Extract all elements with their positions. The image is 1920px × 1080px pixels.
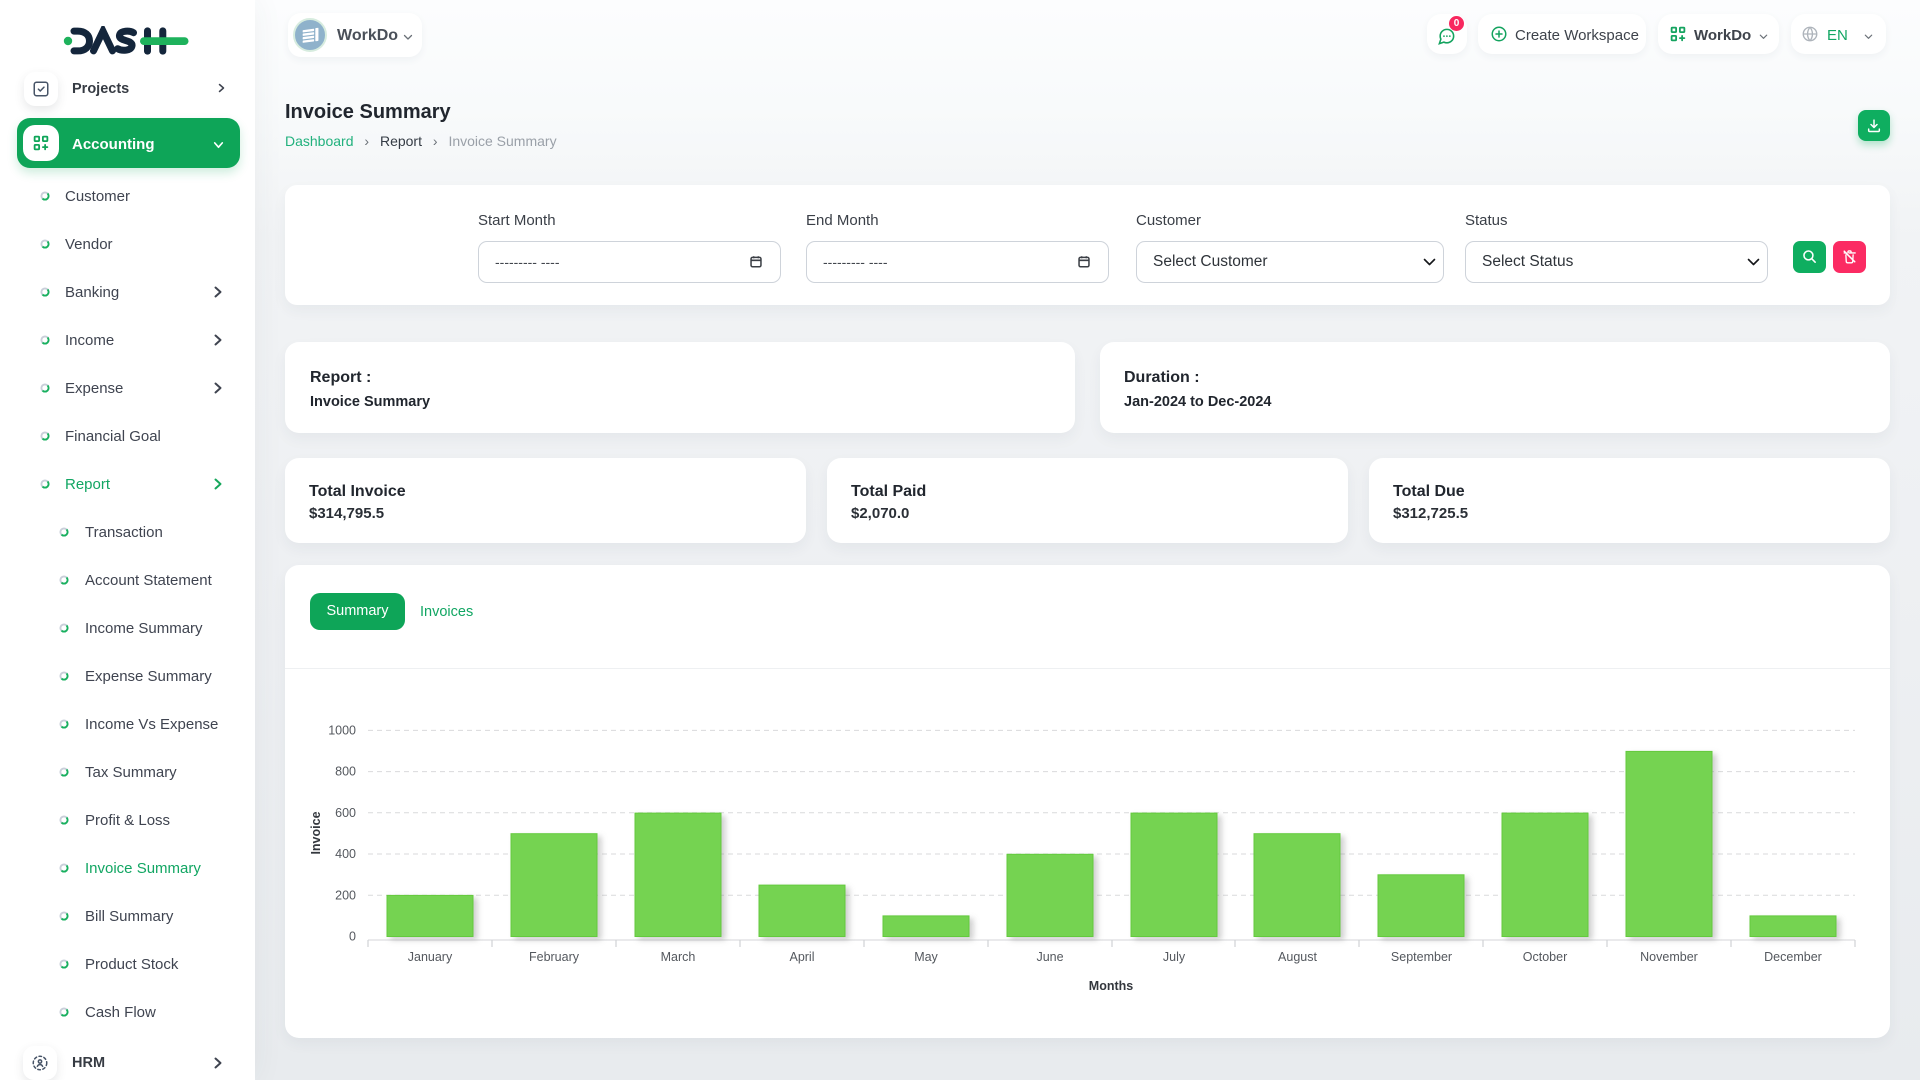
svg-text:Invoice: Invoice: [309, 811, 323, 854]
svg-text:600: 600: [335, 806, 356, 820]
svg-text:Months: Months: [1089, 979, 1133, 993]
svg-text:February: February: [529, 950, 580, 964]
svg-text:200: 200: [335, 888, 356, 902]
svg-text:October: October: [1523, 950, 1567, 964]
svg-text:1000: 1000: [328, 724, 356, 738]
svg-text:July: July: [1163, 950, 1186, 964]
svg-text:May: May: [914, 950, 938, 964]
svg-text:800: 800: [335, 765, 356, 779]
svg-text:September: September: [1391, 950, 1452, 964]
svg-text:400: 400: [335, 847, 356, 861]
svg-text:August: August: [1278, 950, 1317, 964]
svg-text:0: 0: [349, 930, 356, 944]
svg-text:November: November: [1640, 950, 1698, 964]
svg-text:January: January: [408, 950, 453, 964]
svg-text:March: March: [661, 950, 696, 964]
svg-text:June: June: [1036, 950, 1063, 964]
svg-text:December: December: [1764, 950, 1822, 964]
svg-text:April: April: [789, 950, 814, 964]
